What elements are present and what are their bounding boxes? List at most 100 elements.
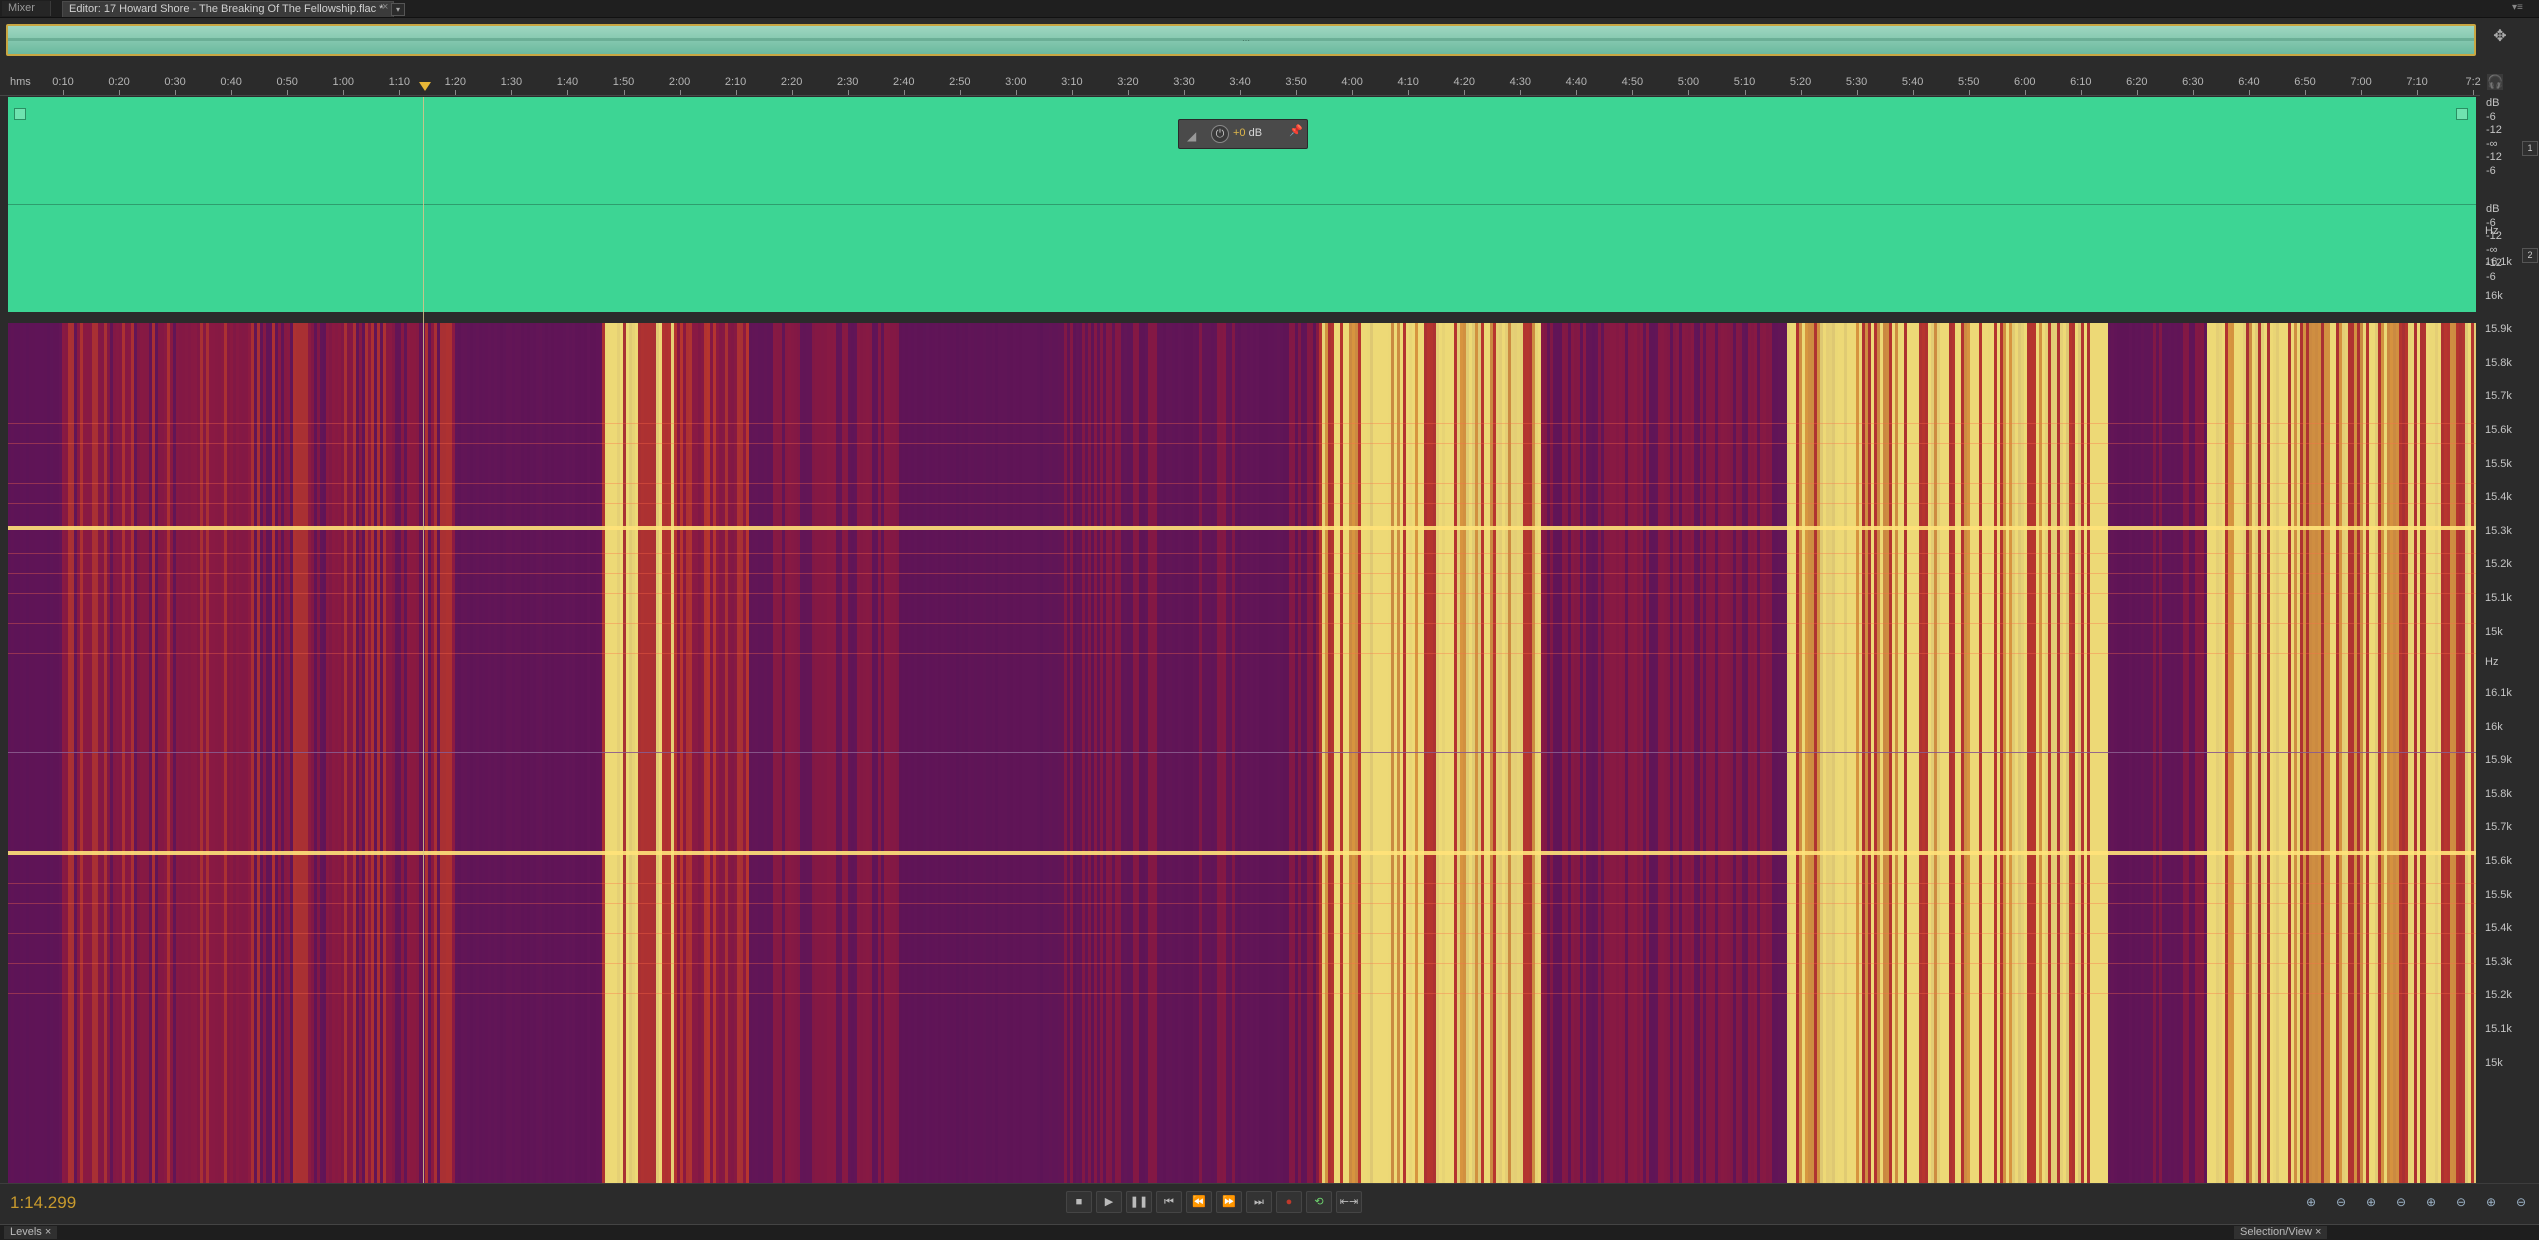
channel-toggle-button[interactable]: 1 bbox=[2522, 141, 2538, 156]
tab-mixer[interactable]: Mixer bbox=[2, 1, 51, 16]
tab-editor[interactable]: Editor: 17 Howard Shore - The Breaking O… bbox=[62, 1, 394, 17]
skip-selection-button[interactable]: ⇤⇥ bbox=[1336, 1191, 1362, 1213]
ruler-tick-mark bbox=[1408, 90, 1410, 95]
fade-in-handle-icon[interactable] bbox=[14, 108, 26, 120]
ruler-tick-mark bbox=[791, 90, 793, 95]
record-button[interactable]: ● bbox=[1276, 1191, 1302, 1213]
ruler-tick-label: 3:30 bbox=[1173, 76, 1195, 88]
ruler-tick-mark bbox=[1015, 90, 1017, 95]
ruler-tick-mark bbox=[735, 90, 737, 95]
headphone-icon[interactable]: 🎧 bbox=[2487, 74, 2503, 90]
ruler-tick-label: 5:40 bbox=[1901, 76, 1924, 88]
ruler-tick-mark bbox=[679, 90, 681, 95]
ruler-tick-label: 4:30 bbox=[1509, 76, 1532, 88]
move-to-previous-button[interactable]: ⏮ bbox=[1156, 1191, 1182, 1213]
frequency-scale-label: 15k bbox=[2485, 625, 2503, 638]
volume-meter-icon: ◢ bbox=[1187, 129, 1197, 143]
stop-button[interactable]: ■ bbox=[1066, 1191, 1092, 1213]
zoom-navigator-icon[interactable]: ✥ bbox=[2491, 28, 2509, 46]
rewind-button[interactable]: ⏪ bbox=[1186, 1191, 1212, 1213]
spectral-channel-divider bbox=[8, 752, 2476, 753]
ruler-tick-mark bbox=[959, 90, 961, 95]
spectral-frequency-display[interactable] bbox=[8, 323, 2476, 1183]
frequency-scale-label: 16.1k bbox=[2485, 256, 2512, 268]
zoom-out-point-icon[interactable]: ⊖ bbox=[2510, 1193, 2532, 1211]
ruler-tick-label: 4:20 bbox=[1453, 76, 1475, 88]
zoom-in-amplitude-icon[interactable]: ⊕ bbox=[2300, 1193, 2322, 1211]
amplitude-scale-label: -∞ bbox=[2486, 138, 2498, 150]
amplitude-scale-label: -6 bbox=[2486, 165, 2496, 177]
ruler-tick-mark bbox=[567, 90, 569, 95]
ruler-tick-label: 5:30 bbox=[1845, 76, 1868, 88]
volume-knob[interactable]: ⏻ bbox=[1211, 125, 1229, 143]
frequency-scale-label: 15.4k bbox=[2485, 922, 2512, 935]
move-to-next-button[interactable]: ⏭ bbox=[1246, 1191, 1272, 1213]
bottom-panel-bar bbox=[0, 1224, 2539, 1240]
ruler-tick-mark bbox=[1184, 90, 1185, 95]
volume-value[interactable]: +0 dB bbox=[1233, 127, 1262, 139]
amplitude-scale-label: -12 bbox=[2486, 151, 2502, 163]
volume-hud[interactable]: ◢ ⏻ +0 dB 📌 bbox=[1178, 119, 1308, 149]
ruler-tick-mark bbox=[1968, 90, 1970, 95]
ruler-tick-label: 2:40 bbox=[893, 76, 915, 88]
ruler-tick-mark bbox=[399, 90, 401, 95]
frequency-scale-label: 15.8k bbox=[2485, 356, 2512, 369]
frequency-scale-label: 15.1k bbox=[2485, 1023, 2512, 1035]
ruler-tick-label: 6:30 bbox=[2182, 76, 2204, 88]
fade-out-handle-icon[interactable] bbox=[2456, 108, 2468, 120]
frequency-scale-label: 16.1k bbox=[2485, 687, 2512, 699]
overview-waveform bbox=[8, 38, 2474, 41]
file-dropdown-button[interactable]: ▾ bbox=[391, 3, 405, 16]
overview-grip-icon[interactable]: ⋯ bbox=[1242, 36, 1250, 45]
zoom-out-time-icon[interactable]: ⊖ bbox=[2390, 1193, 2412, 1211]
ruler-tick-mark bbox=[455, 90, 457, 95]
ruler-tick-label: 7:00 bbox=[2350, 76, 2372, 88]
zoom-full-icon[interactable]: ⊕ bbox=[2420, 1193, 2442, 1211]
frequency-scale-label: 15.7k bbox=[2485, 821, 2512, 834]
ruler-unit-label: hms bbox=[10, 76, 31, 88]
frequency-scale-label: 15.4k bbox=[2485, 491, 2512, 504]
ruler-tick-label: 6:40 bbox=[2238, 76, 2260, 88]
play-button[interactable]: ▶ bbox=[1096, 1191, 1122, 1213]
pin-icon[interactable]: 📌 bbox=[1289, 124, 1303, 137]
tab-close-icon[interactable]: × bbox=[382, 1, 388, 13]
zoom-in-time-icon[interactable]: ⊕ bbox=[2360, 1193, 2382, 1211]
ruler-tick-mark bbox=[2192, 90, 2194, 95]
current-time-display[interactable]: 1:14.299 bbox=[10, 1193, 76, 1213]
overview-navigator[interactable]: ⋯ bbox=[6, 24, 2476, 56]
ruler-tick-label: 6:00 bbox=[2014, 76, 2036, 88]
ruler-tick-mark bbox=[2305, 90, 2306, 95]
ruler-tick-label: 3:20 bbox=[1117, 76, 1139, 88]
fast-forward-button[interactable]: ⏩ bbox=[1216, 1191, 1242, 1213]
zoom-selection-icon[interactable]: ⊖ bbox=[2450, 1193, 2472, 1211]
selection-view-panel-tab[interactable]: Selection/View × bbox=[2234, 1226, 2328, 1239]
ruler-tick-mark bbox=[1520, 90, 1522, 95]
panel-menu-icon[interactable]: ▾≡ bbox=[2512, 2, 2523, 13]
ruler-tick-label: 2:30 bbox=[836, 76, 859, 88]
ruler-tick-label: 1:40 bbox=[556, 76, 579, 88]
ruler-tick-mark bbox=[1240, 90, 1242, 95]
ruler-tick-mark bbox=[1296, 90, 1298, 95]
ruler-tick-mark bbox=[1632, 90, 1634, 95]
ruler-tick-mark bbox=[2136, 90, 2138, 95]
ruler-tick-label: 4:40 bbox=[1565, 76, 1588, 88]
time-ruler[interactable]: hms 0:10 0:20 0:30 0:40 0:50 1:00 1:10 1:20 1:30… bbox=[0, 72, 2481, 96]
zoom-out-amplitude-icon[interactable]: ⊖ bbox=[2330, 1193, 2352, 1211]
frequency-scale-label: 15.8k bbox=[2485, 787, 2512, 800]
levels-panel-tab[interactable]: Levels × bbox=[4, 1226, 58, 1239]
amplitude-scale-label: dB bbox=[2486, 97, 2500, 109]
loop-playback-button[interactable]: ⟲ bbox=[1306, 1191, 1332, 1213]
channel-toggle-button[interactable]: 2 bbox=[2522, 248, 2538, 263]
frequency-unit-label: Hz bbox=[2485, 225, 2499, 237]
ruler-tick-label: 0:40 bbox=[220, 76, 242, 88]
ruler-tick-mark bbox=[511, 90, 513, 95]
ruler-tick-label: 2:50 bbox=[949, 76, 971, 88]
playhead-marker-icon[interactable] bbox=[419, 82, 431, 91]
ruler-tick-label: 3:50 bbox=[1285, 76, 1307, 88]
playhead-line[interactable] bbox=[423, 97, 424, 1183]
zoom-in-point-icon[interactable]: ⊕ bbox=[2480, 1193, 2502, 1211]
ruler-tick-label: 4:50 bbox=[1621, 76, 1644, 88]
frequency-scale-label: 15.5k bbox=[2485, 888, 2512, 901]
ruler-tick-label: 6:20 bbox=[2126, 76, 2148, 88]
pause-button[interactable]: ❚❚ bbox=[1126, 1191, 1152, 1213]
